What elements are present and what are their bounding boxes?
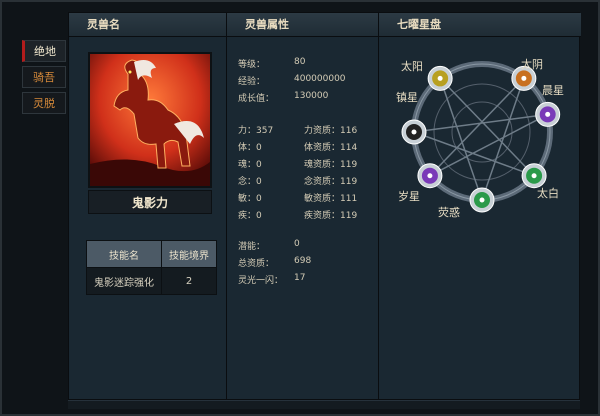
star-label-yinghuo: 荧惑 — [438, 206, 460, 219]
star-label-taiyin: 太阴 — [521, 58, 543, 71]
star-node[interactable] — [469, 187, 495, 213]
skills-table: 技能名 技能境界 鬼影迷踪强化 2 — [86, 240, 217, 295]
soul-aptitude: 魂资质：119 — [304, 160, 358, 170]
skill-name-header: 技能名 — [86, 240, 162, 268]
speed-stat: 疾：0 — [238, 211, 262, 221]
star-label-chenxing: 晨星 — [542, 84, 564, 97]
attributes-header: 灵兽属性 — [227, 13, 379, 37]
mind-stat: 念：0 — [238, 177, 262, 187]
star-label-taiyang: 太阳 — [401, 60, 423, 73]
agility-aptitude: 敏资质：111 — [304, 194, 358, 204]
star-label-taibai: 太白 — [537, 187, 559, 200]
speed-aptitude: 疾资质：119 — [304, 211, 358, 221]
column-divider — [226, 13, 227, 399]
potential-label: 潜能： — [238, 242, 266, 252]
side-tab-jue-di[interactable]: 绝地 — [22, 40, 66, 62]
side-tab-qi-wu[interactable]: 骑吾 — [22, 66, 66, 88]
skill-level-header: 技能境界 — [161, 240, 217, 268]
panel-bottom-edge — [68, 400, 580, 409]
growth-label: 成长值： — [238, 94, 275, 104]
total-aptitude-label: 总资质： — [238, 259, 275, 269]
total-aptitude-value: 698 — [294, 256, 312, 266]
soul-stat: 魂：0 — [238, 160, 262, 170]
growth-value: 130000 — [294, 91, 329, 101]
inspiration-value: 17 — [294, 273, 306, 283]
column-divider — [378, 13, 379, 399]
inspiration-label: 灵光一闪： — [238, 276, 284, 286]
beast-name-header: 灵兽名 — [69, 13, 227, 37]
star-node[interactable] — [417, 163, 443, 189]
star-chart-header: 七曜星盘 — [379, 13, 581, 37]
star-label-suixing: 岁星 — [398, 190, 420, 203]
star-node[interactable] — [401, 119, 427, 145]
beast-name-plate: 鬼影力 — [88, 190, 212, 214]
level-value: 80 — [294, 57, 306, 67]
mind-aptitude: 念资质：119 — [304, 177, 358, 187]
potential-value: 0 — [294, 239, 300, 249]
skill-name: 鬼影迷踪强化 — [86, 267, 162, 295]
exp-value: 400000000 — [294, 74, 346, 84]
skill-level: 2 — [161, 267, 217, 295]
star-label-zhenxing: 镇星 — [396, 91, 418, 104]
star-node[interactable] — [535, 101, 561, 127]
agility-stat: 敏：0 — [238, 194, 262, 204]
body-aptitude: 体资质：114 — [304, 143, 358, 153]
exp-label: 经验： — [238, 77, 266, 87]
body-stat: 体：0 — [238, 143, 262, 153]
star-node[interactable] — [427, 65, 453, 91]
table-row[interactable]: 鬼影迷踪强化 2 — [86, 267, 217, 295]
side-tab-ling-tuo[interactable]: 灵脱 — [22, 92, 66, 114]
strength-stat: 力：357 — [238, 126, 274, 136]
beast-portrait — [88, 52, 212, 188]
level-label: 等级： — [238, 60, 266, 70]
strength-aptitude: 力资质：116 — [304, 126, 358, 136]
